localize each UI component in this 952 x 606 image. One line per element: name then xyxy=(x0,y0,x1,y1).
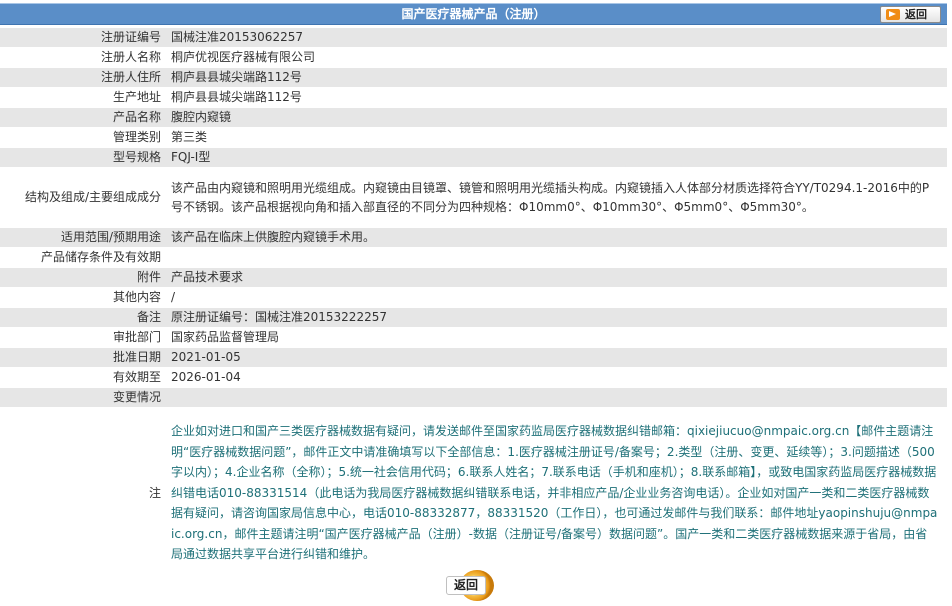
field-value: 桐庐县县城尖端路112号 xyxy=(161,68,947,87)
table-row: 其他内容 / xyxy=(0,288,947,307)
field-value: 原注册证编号：国械注准20153222257 xyxy=(161,308,947,327)
page-title: 国产医疗器械产品（注册） xyxy=(401,7,546,21)
field-value xyxy=(161,388,947,407)
field-value: 桐庐县县城尖端路112号 xyxy=(161,88,947,107)
field-value: 桐庐优视医疗器械有限公司 xyxy=(161,48,947,67)
table-row: 变更情况 xyxy=(0,388,947,407)
field-label: 生产地址 xyxy=(0,88,161,107)
field-label: 注册人住所 xyxy=(0,68,161,87)
back-button-bottom[interactable]: 返回 xyxy=(446,570,496,601)
field-label: 变更情况 xyxy=(0,388,161,407)
detail-table: 注册证编号 国械注准20153062257 注册人名称 桐庐优视医疗器械有限公司 注册人… xyxy=(0,27,947,579)
table-row: 产品储存条件及有效期 xyxy=(0,248,947,267)
field-label: 型号规格 xyxy=(0,148,161,167)
field-label: 产品储存条件及有效期 xyxy=(0,248,161,267)
back-arrow-icon xyxy=(886,9,900,20)
field-value: FQJ-I型 xyxy=(161,148,947,167)
field-label: 产品名称 xyxy=(0,108,161,127)
field-value: 国械注准20153062257 xyxy=(161,28,947,47)
field-value: 该产品由内窥镜和照明用光缆组成。内窥镜由目镜罩、镜管和照明用光缆插头构成。内窥镜… xyxy=(161,168,947,227)
table-row: 有效期至 2026-01-04 xyxy=(0,368,947,387)
page-header: 国产医疗器械产品（注册） 返回 xyxy=(0,3,947,25)
field-value: 国家药品监督管理局 xyxy=(161,328,947,347)
field-label: 注册人名称 xyxy=(0,48,161,67)
table-row: 注册证编号 国械注准20153062257 xyxy=(0,28,947,47)
field-label: 适用范围/预期用途 xyxy=(0,228,161,247)
field-label: 有效期至 xyxy=(0,368,161,387)
note-row: 注企业如对进口和国产三类医疗器械数据有疑问，请发送邮件至国家药监局医疗器械数据纠… xyxy=(0,408,947,578)
field-value: 该产品在临床上供腹腔内窥镜手术用。 xyxy=(161,228,947,247)
table-row: 生产地址 桐庐县县城尖端路112号 xyxy=(0,88,947,107)
table-row: 结构及组成/主要组成成分 该产品由内窥镜和照明用光缆组成。内窥镜由目镜罩、镜管和照… xyxy=(0,168,947,227)
back-button-top[interactable]: 返回 xyxy=(880,6,941,23)
field-value: 第三类 xyxy=(161,128,947,147)
field-value: / xyxy=(161,288,947,307)
field-label: 附件 xyxy=(0,268,161,287)
field-value: 产品技术要求 xyxy=(161,268,947,287)
back-button-bottom-label: 返回 xyxy=(446,576,486,595)
table-row: 附件 产品技术要求 xyxy=(0,268,947,287)
field-label: 批准日期 xyxy=(0,348,161,367)
field-label: 结构及组成/主要组成成分 xyxy=(0,168,161,227)
field-value: 2026-01-04 xyxy=(161,368,947,387)
table-row: 管理类别 第三类 xyxy=(0,128,947,147)
table-row: 注册人名称 桐庐优视医疗器械有限公司 xyxy=(0,48,947,67)
table-row: 产品名称 腹腔内窥镜 xyxy=(0,108,947,127)
field-label: 管理类别 xyxy=(0,128,161,147)
field-label: 备注 xyxy=(0,308,161,327)
field-label: 其他内容 xyxy=(0,288,161,307)
note-text: 企业如对进口和国产三类医疗器械数据有疑问，请发送邮件至国家药监局医疗器械数据纠错… xyxy=(161,408,947,578)
field-label: 注册证编号 xyxy=(0,28,161,47)
table-row: 批准日期 2021-01-05 xyxy=(0,348,947,367)
field-value: 腹腔内窥镜 xyxy=(161,108,947,127)
field-label: 审批部门 xyxy=(0,328,161,347)
table-row: 注册人住所 桐庐县县城尖端路112号 xyxy=(0,68,947,87)
table-row: 审批部门 国家药品监督管理局 xyxy=(0,328,947,347)
table-row: 备注 原注册证编号：国械注准20153222257 xyxy=(0,308,947,327)
note-label: 注 xyxy=(0,408,161,578)
back-button-label: 返回 xyxy=(905,8,927,21)
field-value: 2021-01-05 xyxy=(161,348,947,367)
field-value xyxy=(161,248,947,267)
table-row: 适用范围/预期用途 该产品在临床上供腹腔内窥镜手术用。 xyxy=(0,228,947,247)
table-row: 型号规格 FQJ-I型 xyxy=(0,148,947,167)
